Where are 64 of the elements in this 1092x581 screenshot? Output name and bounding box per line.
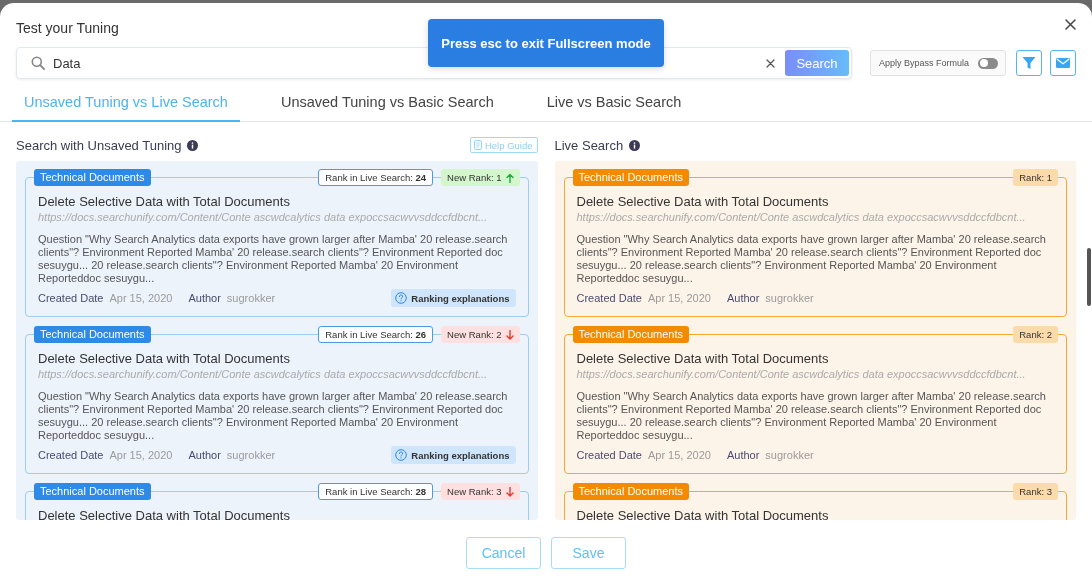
result-description: Question "Why Search Analytics data exports have grown larger after Mamba' 20 release.search clients"? Environment Reported Mamba' 20 release.search clients"? Environment Reported doc sesuygu... 20 release.search clients"? Environment Reported Mamba' 20 Environment Reporteddoc sesuygu... [576, 233, 1047, 285]
meta-label: Author [188, 292, 221, 304]
search-icon [31, 56, 45, 70]
live-rank-badge: Rank in Live Search: 26 [318, 326, 434, 343]
mail-button[interactable] [1050, 50, 1076, 76]
envelope-icon [1055, 55, 1071, 71]
ranking-explanations-button[interactable]: Ranking explanations [391, 289, 516, 307]
category-tag: Technical Documents [572, 483, 690, 500]
live-rank-badge: Rank in Live Search: 28 [318, 483, 434, 500]
result-description: Question "Why Search Analytics data exports have grown larger after Mamba' 20 release.search clients"? Environment Reported Mamba' 20 release.search clients"? Environment Reported doc sesuygu... 20 release.search clients"? Environment Reported Mamba' 20 Environment Reporteddoc sesuygu... [38, 233, 509, 285]
category-tag: Technical Documents [34, 169, 151, 186]
filter-icon [1021, 55, 1037, 71]
rank-badge: Rank: 2 [1013, 326, 1058, 343]
filter-button[interactable] [1016, 50, 1042, 76]
meta-label: Created Date [576, 292, 642, 304]
new-rank-text: New Rank: 1 [447, 172, 502, 183]
scrollbar-thumb[interactable] [1087, 248, 1091, 306]
category-tag: Technical Documents [34, 326, 151, 343]
tab[interactable]: Live vs Basic Search [534, 85, 694, 122]
bypass-toggle[interactable] [978, 57, 998, 69]
info-icon[interactable] [629, 139, 641, 151]
fullscreen-notice: Press esc to exit Fullscreen mode [428, 19, 664, 67]
panel-title: Search with Unsaved Tuning [16, 137, 182, 153]
info-icon[interactable] [187, 139, 199, 151]
category-tag: Technical Documents [572, 169, 690, 186]
bypass-formula-label: Apply Bypass Formula [879, 58, 970, 68]
result-title[interactable]: Delete Selective Data with Total Documents [38, 194, 516, 210]
meta-value: Apr 15, 2020 [109, 292, 173, 304]
result-title[interactable]: Delete Selective Data with Total Documents [38, 508, 516, 520]
meta-value: Apr 15, 2020 [647, 292, 711, 304]
result-title[interactable]: Delete Selective Data with Total Documents [576, 351, 1054, 367]
meta-label: Created Date [38, 292, 104, 304]
meta-value: sugrokker [765, 449, 814, 461]
meta-label: Created Date [38, 449, 104, 461]
live-rank-badge: Rank in Live Search: 24 [318, 169, 434, 186]
new-rank-text: New Rank: 3 [447, 486, 502, 497]
rank-badge: Rank: 3 [1013, 483, 1058, 500]
close-icon[interactable] [1065, 19, 1076, 30]
result-title[interactable]: Delete Selective Data with Total Documents [576, 194, 1054, 210]
tab[interactable]: Unsaved Tuning vs Basic Search [268, 85, 506, 122]
result-description: Question "Why Search Analytics data exports have grown larger after Mamba' 20 release.search clients"? Environment Reported Mamba' 20 release.search clients"? Environment Reported doc sesuygu... 20 release.search clients"? Environment Reported Mamba' 20 Environment Reporteddoc sesuygu... [576, 390, 1047, 442]
result-title[interactable]: Delete Selective Data with Total Documents [38, 351, 516, 367]
ranking-explanations-button[interactable]: Ranking explanations [391, 446, 516, 464]
panel-title: Live Search [554, 137, 624, 153]
meta-value: sugrokker [226, 292, 276, 304]
category-tag: Technical Documents [34, 483, 151, 500]
dialog-title: Test your Tuning [16, 20, 119, 37]
help-icon [395, 449, 408, 461]
meta-value: Apr 15, 2020 [109, 449, 173, 461]
meta-label: Author [188, 449, 221, 461]
category-tag: Technical Documents [572, 326, 690, 343]
result-description: Question "Why Search Analytics data exports have grown larger after Mamba' 20 release.search clients"? Environment Reported Mamba' 20 release.search clients"? Environment Reported doc sesuygu... 20 release.search clients"? Environment Reported Mamba' 20 Environment Reporteddoc sesuygu... [38, 390, 509, 442]
help-icon [395, 292, 408, 304]
meta-label: Created Date [576, 449, 642, 461]
clear-icon[interactable] [766, 58, 775, 68]
meta-value: sugrokker [765, 292, 814, 304]
new-rank-text: New Rank: 2 [447, 329, 502, 340]
meta-label: Author [726, 449, 760, 461]
result-title[interactable]: Delete Selective Data with Total Documents [576, 508, 1054, 520]
rank-badge: Rank: 1 [1013, 169, 1058, 186]
document-icon [473, 140, 482, 150]
meta-value: Apr 15, 2020 [647, 449, 711, 461]
meta-label: Author [726, 292, 760, 304]
meta-value: sugrokker [226, 449, 276, 461]
